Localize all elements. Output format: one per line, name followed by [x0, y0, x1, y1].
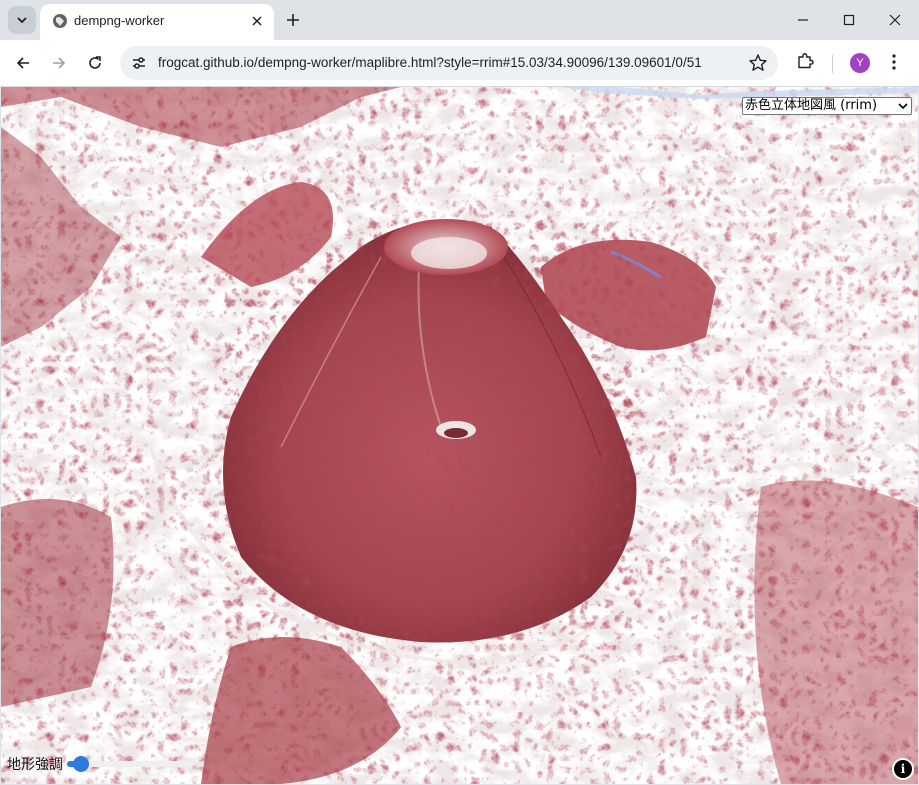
new-tab-button[interactable] [283, 10, 303, 30]
profile-avatar[interactable]: Y [850, 53, 870, 73]
minimize-button[interactable] [791, 8, 815, 32]
exaggeration-label: 地形強調 [7, 757, 63, 773]
puzzle-icon [798, 53, 814, 69]
chevron-down-icon [898, 103, 908, 110]
chevron-down-icon [17, 17, 27, 24]
address-bar[interactable]: frogcat.github.io/dempng-worker/maplibre… [120, 46, 778, 80]
plus-icon [287, 14, 299, 26]
exaggeration-control: 地形強調 [7, 754, 193, 774]
window-close-button[interactable] [883, 8, 907, 32]
close-icon [889, 14, 901, 26]
back-arrow-icon [16, 57, 29, 69]
terrain-render[interactable] [1, 87, 918, 784]
browser-tab[interactable]: dempng-worker [40, 4, 274, 40]
maximize-button[interactable] [837, 8, 861, 32]
tab-search-button[interactable] [8, 6, 36, 34]
toolbar-divider [832, 55, 833, 73]
extensions-button[interactable] [795, 51, 815, 75]
map-style-selected: 赤色立体地図風 (rrim) [745, 98, 878, 113]
browser-toolbar: frogcat.github.io/dempng-worker/maplibre… [0, 40, 919, 87]
bookmark-button[interactable] [748, 53, 768, 77]
close-icon [252, 16, 262, 26]
maximize-icon [843, 14, 855, 26]
exaggeration-slider[interactable] [67, 756, 193, 772]
reload-icon [89, 56, 101, 69]
forward-button[interactable] [47, 51, 71, 75]
map-canvas[interactable]: 赤色立体地図風 (rrim) 地形強調 i [1, 87, 918, 784]
tab-strip: dempng-worker [0, 0, 919, 40]
url-text[interactable]: frogcat.github.io/dempng-worker/maplibre… [158, 55, 733, 70]
globe-icon [52, 13, 68, 33]
reload-button[interactable] [83, 51, 107, 75]
tab-title: dempng-worker [74, 13, 165, 28]
browser-menu-button[interactable] [884, 52, 904, 76]
site-info-button[interactable] [130, 54, 148, 76]
kebab-menu-icon [892, 54, 896, 70]
info-icon: i [894, 760, 912, 778]
map-style-select[interactable]: 赤色立体地図風 (rrim) [742, 97, 912, 115]
back-button[interactable] [11, 51, 35, 75]
tab-close-button[interactable] [248, 12, 266, 30]
minimize-icon [798, 19, 808, 21]
tune-icon [133, 57, 145, 69]
exaggeration-slider-thumb[interactable] [73, 756, 90, 772]
star-icon [749, 54, 767, 71]
forward-arrow-icon [53, 57, 66, 69]
attribution-button[interactable]: i [892, 758, 914, 780]
